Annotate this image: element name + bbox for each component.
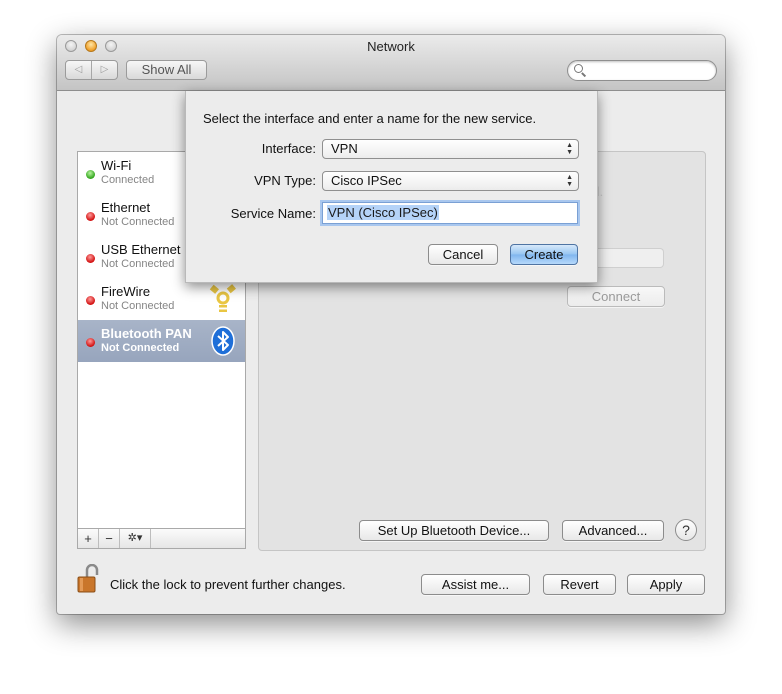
service-status: Not Connected <box>101 342 180 354</box>
search-input[interactable] <box>567 60 717 81</box>
apply-button[interactable]: Apply <box>627 574 705 595</box>
service-status: Not Connected <box>101 300 175 312</box>
new-service-sheet: Select the interface and enter a name fo… <box>185 91 598 283</box>
service-name: Wi-Fi <box>101 158 132 173</box>
service-list-toolbar: + − ✲▾ <box>77 528 246 549</box>
bluetooth-icon <box>211 326 235 356</box>
service-status: Not Connected <box>101 258 175 270</box>
vpn-type-label: VPN Type: <box>254 173 316 188</box>
updown-arrows-icon: ▲ ▼ <box>566 142 573 156</box>
title-bar: Network ◁ ▷ Show All <box>57 35 725 91</box>
back-button[interactable]: ◁ <box>66 61 91 79</box>
updown-arrows-icon: ▲ ▼ <box>566 174 573 188</box>
service-name: FireWire <box>101 284 151 299</box>
service-name: Ethernet <box>101 200 151 215</box>
firewire-icon <box>209 284 236 312</box>
sheet-prompt: Select the interface and enter a name fo… <box>203 111 537 126</box>
interface-label: Interface: <box>261 141 316 156</box>
setup-bluetooth-device-button[interactable]: Set Up Bluetooth Device... <box>359 520 549 541</box>
connect-button[interactable]: Connect <box>567 286 665 307</box>
status-indicator-red <box>86 212 95 221</box>
vpn-type-select[interactable]: Cisco IPSec ▲ ▼ <box>322 171 579 191</box>
service-status: Not Connected <box>101 216 175 228</box>
status-indicator-red <box>86 338 95 347</box>
device-popup[interactable] <box>593 248 664 268</box>
window-title: Network <box>367 39 415 54</box>
service-item-firewire[interactable]: FireWire Not Connected <box>78 278 245 320</box>
back-forward-control: ◁ ▷ <box>65 60 118 80</box>
search-icon <box>574 64 583 73</box>
interface-select[interactable]: VPN ▲ ▼ <box>322 139 579 159</box>
help-button[interactable]: ? <box>675 519 697 541</box>
show-all-button[interactable]: Show All <box>126 60 207 80</box>
service-name: USB Ethernet <box>101 242 181 257</box>
assist-me-button[interactable]: Assist me... <box>421 574 530 595</box>
lock-message: Click the lock to prevent further change… <box>110 577 346 592</box>
create-button[interactable]: Create <box>510 244 578 265</box>
vpn-type-value: Cisco IPSec <box>331 173 402 188</box>
service-name-label: Service Name: <box>230 206 316 221</box>
lock-icon[interactable] <box>77 564 103 594</box>
revert-button[interactable]: Revert <box>543 574 616 595</box>
forward-button[interactable]: ▷ <box>92 61 117 79</box>
add-service-button[interactable]: + <box>78 529 99 548</box>
service-name-field[interactable]: VPN (Cisco IPSec) <box>322 202 578 224</box>
service-status: Connected <box>101 174 155 186</box>
status-indicator-green <box>86 170 95 179</box>
status-indicator-red <box>86 296 95 305</box>
status-indicator-red <box>86 254 95 263</box>
service-name: Bluetooth PAN <box>101 326 192 341</box>
remove-service-button[interactable]: − <box>99 529 120 548</box>
service-item-bluetooth-pan[interactable]: Bluetooth PAN Not Connected <box>78 320 245 362</box>
service-name-value: VPN (Cisco IPSec) <box>327 205 439 220</box>
gear-menu-button[interactable]: ✲▾ <box>120 529 151 548</box>
interface-value: VPN <box>331 141 358 156</box>
cancel-button[interactable]: Cancel <box>428 244 498 265</box>
advanced-button[interactable]: Advanced... <box>562 520 664 541</box>
